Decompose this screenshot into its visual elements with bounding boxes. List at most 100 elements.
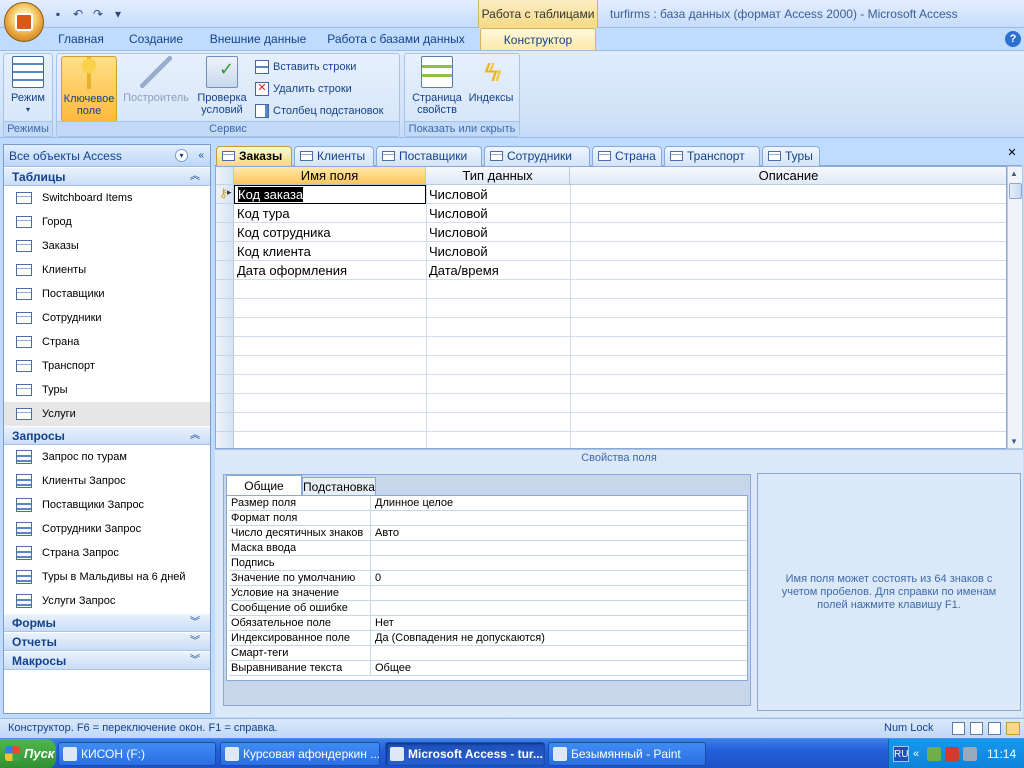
data-type-cell[interactable]: Числовой (426, 185, 570, 204)
nav-table-item[interactable]: Туры (4, 378, 210, 402)
nav-query-item[interactable]: Услуги Запрос (4, 589, 210, 613)
redo-icon[interactable]: ↷ (90, 6, 106, 22)
row-selector[interactable] (216, 375, 234, 394)
nav-query-item[interactable]: Страна Запрос (4, 541, 210, 565)
test-validation-button[interactable]: ✓ Проверка условий (193, 56, 251, 116)
save-icon[interactable]: ▪ (50, 6, 66, 22)
taskbar-button[interactable]: КИСОН (F:) (58, 742, 216, 766)
property-row[interactable]: Смарт-теги (229, 646, 747, 661)
data-type-cell[interactable]: Числовой (426, 223, 570, 242)
nav-section-queries[interactable]: Запросы ︽ (4, 427, 210, 445)
property-row[interactable]: Обязательное поле Нет (229, 616, 747, 631)
nav-table-item[interactable]: Switchboard Items (4, 186, 210, 210)
tab-external-data[interactable]: Внешние данные (203, 28, 313, 50)
taskbar-button[interactable]: Microsoft Access - tur... (385, 742, 545, 766)
nav-query-item[interactable]: Туры в Мальдивы на 6 дней (4, 565, 210, 589)
table-row[interactable]: Код клиента Числовой (234, 242, 1006, 261)
property-row[interactable]: Формат поля (229, 511, 747, 526)
data-type-cell[interactable]: Числовой (426, 242, 570, 261)
close-document-icon[interactable]: ✕ (1005, 146, 1019, 160)
primary-key-button[interactable]: Ключевое поле (61, 56, 117, 122)
nav-section-reports[interactable]: Отчеты ︾ (4, 633, 210, 651)
nav-section-macros[interactable]: Макросы ︾ (4, 652, 210, 670)
nav-collapse-icon[interactable]: « (198, 145, 204, 167)
nav-table-item[interactable]: Поставщики (4, 282, 210, 306)
scroll-down-icon[interactable]: ▼ (1010, 437, 1018, 446)
tray-antivirus-icon[interactable] (945, 747, 959, 761)
indexes-button[interactable]: ϟ Индексы (465, 56, 517, 104)
nav-menu-chevron-icon[interactable]: ▾ (175, 149, 188, 162)
grid-vertical-scrollbar[interactable]: ▲ ▼ (1007, 166, 1023, 449)
office-button[interactable] (4, 2, 44, 42)
table-row[interactable] (234, 299, 1006, 318)
doc-tab[interactable]: Поставщики (376, 146, 482, 166)
nav-query-item[interactable]: Сотрудники Запрос (4, 517, 210, 541)
taskbar-button[interactable]: Курсовая афондеркин ... (220, 742, 380, 766)
tab-home[interactable]: Главная (50, 28, 112, 50)
insert-rows-button[interactable]: Вставить строки (253, 57, 356, 77)
table-row[interactable]: Код заказа Числовой (234, 185, 1006, 204)
doc-tab[interactable]: Страна (592, 146, 662, 166)
nav-query-item[interactable]: Клиенты Запрос (4, 469, 210, 493)
nav-query-item[interactable]: Поставщики Запрос (4, 493, 210, 517)
property-row[interactable]: Значение по умолчанию 0 (229, 571, 747, 586)
row-selector[interactable] (216, 242, 234, 261)
table-row[interactable] (234, 318, 1006, 337)
nav-table-item[interactable]: Сотрудники (4, 306, 210, 330)
datasheet-view-status-icon[interactable] (952, 722, 965, 735)
field-name-cell[interactable]: Код клиента (234, 242, 426, 261)
row-selector[interactable] (216, 413, 234, 432)
data-type-cell[interactable]: Дата/время (426, 261, 570, 280)
pivot-chart-view-icon[interactable] (988, 722, 1001, 735)
nav-table-item[interactable]: Услуги (4, 402, 210, 426)
doc-tab[interactable]: Клиенты (294, 146, 374, 166)
tray-expand-icon[interactable]: « (913, 739, 919, 768)
row-selector[interactable] (216, 432, 234, 448)
table-row[interactable]: Дата оформления Дата/время (234, 261, 1006, 280)
property-row[interactable]: Число десятичных знаков Авто (229, 526, 747, 541)
header-description[interactable]: Описание (570, 167, 1006, 185)
row-selector[interactable] (216, 280, 234, 299)
table-row[interactable] (234, 375, 1006, 394)
nav-table-item[interactable]: Город (4, 210, 210, 234)
property-value[interactable]: Общее (375, 661, 411, 676)
property-value[interactable]: Да (Совпадения не допускаются) (375, 631, 545, 646)
customize-qat-icon[interactable]: ▾ (110, 6, 126, 22)
nav-table-item[interactable]: Клиенты (4, 258, 210, 282)
language-indicator[interactable]: RU (893, 746, 909, 762)
header-data-type[interactable]: Тип данных (426, 167, 570, 185)
tab-design[interactable]: Конструктор (480, 28, 596, 50)
nav-table-item[interactable]: Заказы (4, 234, 210, 258)
data-type-cell[interactable]: Числовой (426, 204, 570, 223)
doc-tab[interactable]: Сотрудники (484, 146, 590, 166)
nav-table-item[interactable]: Транспорт (4, 354, 210, 378)
row-selector[interactable] (216, 204, 234, 223)
help-icon[interactable]: ? (1005, 31, 1021, 47)
header-field-name[interactable]: Имя поля (234, 167, 426, 185)
tab-create[interactable]: Создание (122, 28, 190, 50)
table-row[interactable]: Код тура Числовой (234, 204, 1006, 223)
doc-tab[interactable]: Транспорт (664, 146, 760, 166)
start-button[interactable]: Пуск (0, 739, 56, 768)
view-mode-button[interactable]: Режим ▾ (6, 56, 50, 116)
tab-database-tools[interactable]: Работа с базами данных (322, 28, 470, 50)
property-row[interactable]: Условие на значение (229, 586, 747, 601)
taskbar-button[interactable]: Безымянный - Paint (548, 742, 706, 766)
row-selector[interactable] (216, 223, 234, 242)
tray-volume-icon[interactable] (963, 747, 977, 761)
nav-header[interactable]: Все объекты Access ▾ « (4, 145, 210, 167)
nav-table-item[interactable]: Страна (4, 330, 210, 354)
row-selector[interactable] (216, 337, 234, 356)
row-selector[interactable] (216, 356, 234, 375)
nav-section-tables[interactable]: Таблицы ︽ (4, 168, 210, 186)
field-name-cell[interactable]: Дата оформления (234, 261, 426, 280)
property-row[interactable]: Маска ввода (229, 541, 747, 556)
tray-app-icon[interactable] (927, 747, 941, 761)
doc-tab[interactable]: Заказы (216, 146, 292, 166)
table-row[interactable] (234, 432, 1006, 448)
table-row[interactable]: Код сотрудника Числовой (234, 223, 1006, 242)
row-selector[interactable] (216, 318, 234, 337)
row-selector[interactable] (216, 394, 234, 413)
row-selector[interactable] (216, 261, 234, 280)
property-value[interactable]: Длинное целое (375, 496, 453, 511)
